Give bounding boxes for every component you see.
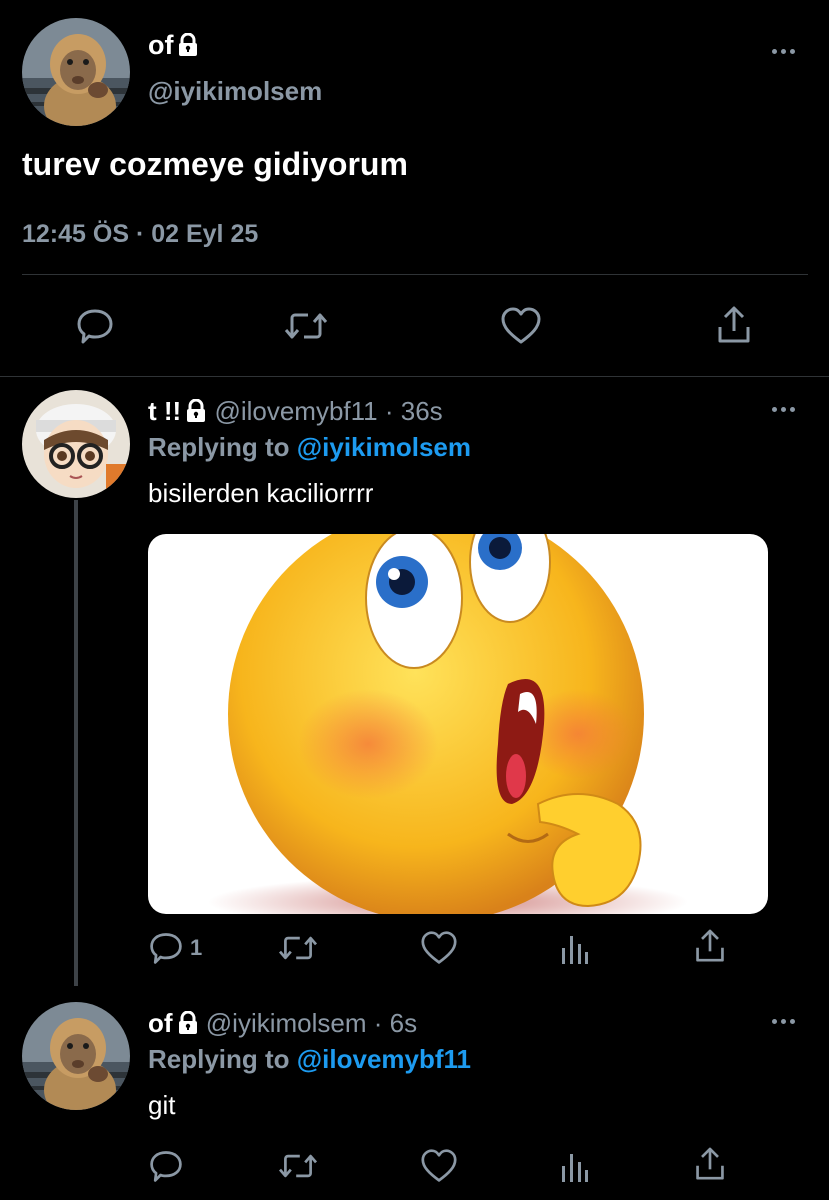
divider <box>22 274 808 275</box>
reply-handle[interactable]: @ilovemybf11 <box>214 396 377 426</box>
divider <box>0 376 829 377</box>
retweet-icon <box>278 936 318 960</box>
reply-icon <box>150 933 182 964</box>
share-icon <box>696 929 724 962</box>
monkey-avatar-icon <box>22 1002 130 1110</box>
tweet-timestamp[interactable]: 12:45 ÖS · 02 Eyl 25 <box>22 220 258 249</box>
replying-to-link[interactable]: @ilovemybf11 <box>297 1044 471 1074</box>
retweet-button[interactable] <box>278 930 318 966</box>
replying-to-line: Replying to @ilovemybf11 <box>148 1044 471 1075</box>
reply-icon <box>150 1151 182 1182</box>
replying-to-label: Replying to <box>148 432 290 462</box>
like-button[interactable] <box>500 306 542 346</box>
reply-author-avatar[interactable] <box>22 1002 130 1110</box>
analytics-icon <box>562 1154 588 1182</box>
reply-button[interactable]: 1 <box>148 930 202 966</box>
retweet-button[interactable] <box>284 306 328 346</box>
heart-icon <box>501 307 541 344</box>
thread-line <box>74 500 78 986</box>
lock-icon <box>185 398 207 430</box>
reply-text: git <box>148 1090 176 1120</box>
heart-icon <box>421 1149 457 1182</box>
reply-author-avatar[interactable] <box>22 390 130 498</box>
author-avatar[interactable] <box>22 18 130 126</box>
author-name-row: of <box>148 30 199 64</box>
more-options-icon[interactable] <box>768 44 798 58</box>
more-options-icon[interactable] <box>768 402 798 416</box>
more-options-icon[interactable] <box>768 1014 798 1028</box>
retweet-icon <box>284 313 328 339</box>
replying-to-label: Replying to <box>148 1044 290 1074</box>
reply-icon <box>77 309 113 344</box>
retweet-button[interactable] <box>278 1148 318 1184</box>
heart-icon <box>421 931 457 964</box>
monkey-avatar-icon <box>22 18 130 126</box>
share-icon <box>718 306 750 343</box>
analytics-icon <box>562 936 588 964</box>
replying-to-link[interactable]: @iyikimolsem <box>297 432 471 462</box>
share-button[interactable] <box>716 305 752 345</box>
reply-header: of @iyikimolsem · 6s <box>148 1008 417 1042</box>
media-image[interactable] <box>148 534 768 914</box>
reply-text: bisilerden kaciliorrrr <box>148 478 374 508</box>
reply-display-name[interactable]: of <box>148 1008 173 1038</box>
reply-header: t !! @ilovemybf11 · 36s <box>148 396 443 430</box>
author-handle[interactable]: @iyikimolsem <box>148 76 322 107</box>
analytics-button[interactable] <box>560 1148 590 1184</box>
like-button[interactable] <box>420 930 458 966</box>
retweet-icon <box>278 1154 318 1178</box>
author-display-name[interactable]: of <box>148 30 173 60</box>
like-button[interactable] <box>420 1148 458 1184</box>
share-button[interactable] <box>694 928 726 964</box>
reply-button[interactable] <box>75 306 115 346</box>
anime-girl-avatar-icon <box>22 390 130 498</box>
reply-count: 1 <box>190 935 203 960</box>
reply-display-name[interactable]: t !! <box>148 396 181 426</box>
lock-icon <box>177 1010 199 1042</box>
shy-emoji-image-icon <box>208 534 688 914</box>
share-icon <box>696 1147 724 1180</box>
reply-time[interactable]: · 36s <box>385 396 443 426</box>
reply-handle[interactable]: @iyikimolsem <box>206 1008 367 1038</box>
tweet-text: turev cozmeye gidiyorum <box>22 146 408 182</box>
lock-icon <box>177 32 199 64</box>
analytics-button[interactable] <box>560 930 590 966</box>
reply-time[interactable]: · 6s <box>374 1008 417 1038</box>
reply-button[interactable] <box>148 1148 184 1184</box>
share-button[interactable] <box>694 1146 726 1182</box>
replying-to-line: Replying to @iyikimolsem <box>148 432 471 463</box>
